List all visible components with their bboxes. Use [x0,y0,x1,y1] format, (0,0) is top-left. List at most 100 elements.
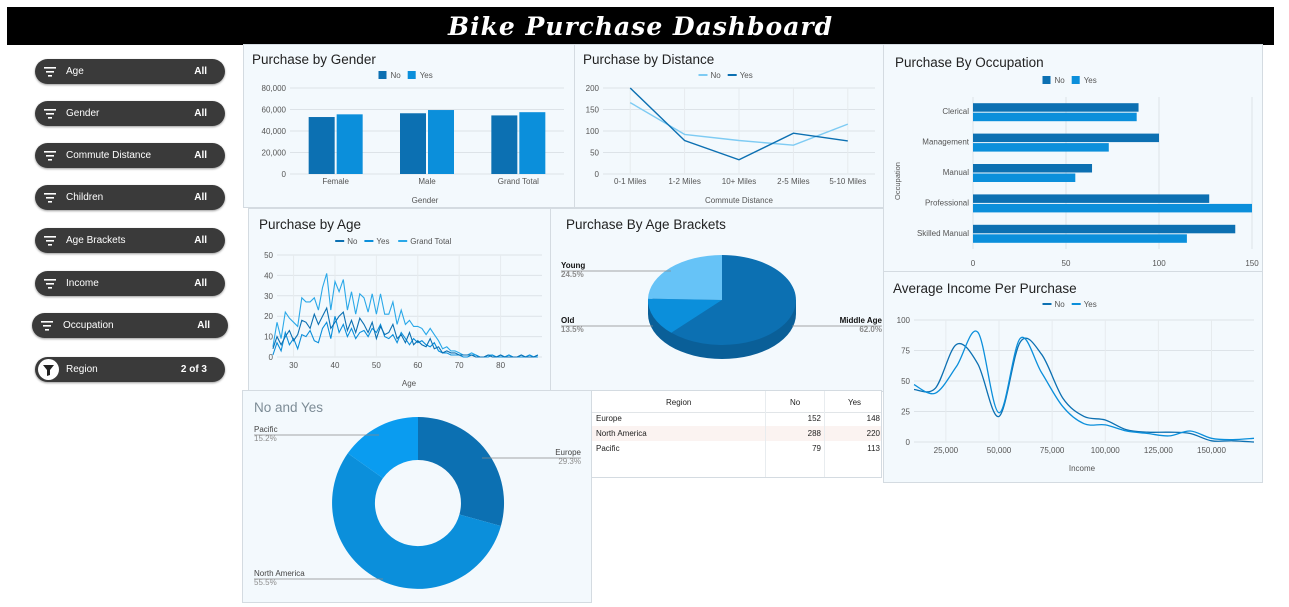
x-axis-label: Commute Distance [705,196,774,205]
region-donut-chart-panel: No and Yes Europe 29.3% North America 55.5%… [242,390,592,603]
table-cell-region: North America [596,429,647,438]
x-tick-label: 100,000 [1091,446,1120,455]
y-axis-label: Occupation [893,162,902,200]
x-tick-label: 75,000 [1040,446,1065,455]
distance-chart-panel: Purchase by Distance No Yes 0 50 100 150 200 0-… [574,44,884,208]
x-tick-label: 25,000 [934,446,959,455]
y-tick-label: 100 [586,127,600,136]
bar [428,110,454,174]
occupation-chart: No Yes 0 50 100 150 Clerical Management Manual Pr… [893,76,1259,268]
slicer-label: Income [66,278,99,289]
filter-lines-icon [44,67,56,77]
x-tick-label: 30 [289,361,298,370]
x-tick-label: 5-10 Miles [829,177,866,186]
age-brackets-chart: Middle Age62.0% Old13.5% Young24.5% [561,255,883,359]
pie-value-label: 24.5% [561,270,584,279]
y-tick-label: 40 [264,271,273,280]
x-tick-label: 100 [1152,259,1166,268]
slicer-region[interactable]: Region 2 of 3 [35,357,225,382]
slicer-occupation[interactable]: Occupation All [32,313,228,338]
income-chart: No Yes 0 25 50 75 100 25,000 50,000 75,000 100,000… [897,300,1255,473]
y-tick-label: Professional [925,198,969,207]
y-tick-label: 0 [282,170,287,179]
distance-chart: No Yes 0 50 100 150 200 0-1 Miles 1-2 Miles 10+ M… [586,71,875,205]
slicer-commute-distance[interactable]: Commute Distance All [35,143,225,168]
slicer-age[interactable]: Age All [35,59,225,84]
legend-swatch [1071,76,1080,84]
filter-lines-icon [44,109,56,119]
slicer-income[interactable]: Income All [35,271,225,296]
series-line [913,330,1255,441]
x-tick-label: 0 [971,259,976,268]
x-tick-label: Female [322,177,349,186]
legend-label: No [391,71,402,80]
funnel-filter-icon [38,359,59,380]
y-tick-label: 40,000 [262,127,287,136]
funnel-filter-icon [43,365,54,376]
bar [973,173,1076,182]
pie-value-label: 62.0% [859,325,882,334]
region-table-header-yes: Yes [848,398,862,407]
y-tick-label: 50 [901,377,910,386]
x-tick-label: 0-1 Miles [614,177,646,186]
legend-label: Yes [740,71,753,80]
y-tick-label: 60,000 [262,106,287,115]
x-tick-label: 2-5 Miles [777,177,809,186]
slicer-age-brackets[interactable]: Age Brackets All [35,228,225,253]
table-column-divider [765,391,766,477]
table-cell-no: 152 [807,414,821,423]
x-tick-label: 10+ Miles [722,177,756,186]
donut-label: North America [254,569,305,578]
slicer-gender[interactable]: Gender All [35,101,225,126]
x-tick-label: 70 [455,361,464,370]
table-cell-yes: 148 [866,414,880,423]
bar [336,114,363,174]
y-tick-label: Manual [943,168,969,177]
region-donut-chart: Europe29.3% North America55.5% Pacific15.2… [254,417,582,589]
pie-slice [648,255,722,300]
legend-label: No [1055,300,1066,309]
x-tick-label: 40 [331,361,340,370]
legend-swatch [1042,76,1051,84]
slicer-value: All [194,235,207,246]
filter-lines-icon [44,193,56,203]
donut-slice [418,417,505,526]
donut-value-label: 29.3% [558,457,581,466]
y-tick-label: 0 [906,438,911,447]
y-tick-label: 10 [264,333,273,342]
table-cell-no: 79 [812,444,821,453]
bar [519,112,546,174]
filter-lines-icon [41,321,53,331]
filter-lines-icon [44,151,56,161]
y-tick-label: Skilled Manual [917,229,969,238]
donut-label: Europe [555,448,581,457]
y-tick-label: 100 [897,316,911,325]
bar [973,164,1093,173]
slicer-label: Gender [66,108,100,119]
slicer-label: Age [66,66,84,77]
y-tick-label: 50 [264,251,273,260]
bar [973,224,1236,234]
y-tick-label: 50 [590,149,599,158]
slicer-label: Occupation [63,320,114,331]
slicer-value: All [194,150,207,161]
slicer-children[interactable]: Children All [35,185,225,210]
bar [973,234,1187,243]
table-cell-yes: 220 [866,429,880,438]
series-line [913,337,1255,443]
dashboard-banner: Bike Purchase Dashboard [7,7,1274,45]
table-cell-yes: 113 [867,444,880,453]
series-line [272,273,539,358]
slicer-label: Region [66,364,98,375]
bar [400,113,426,174]
x-tick-label: 125,000 [1144,446,1173,455]
slicer-value: All [194,66,207,77]
age-chart: No Yes Grand Total0102030405030 40 50 60 70 80A… [264,237,542,388]
slicer-label: Commute Distance [66,150,152,161]
bar [973,194,1210,203]
bar [973,112,1137,122]
bar [973,203,1252,213]
y-tick-label: Management [922,138,969,147]
table-cell-no: 288 [807,429,821,438]
donut-label: Pacific [254,425,278,434]
